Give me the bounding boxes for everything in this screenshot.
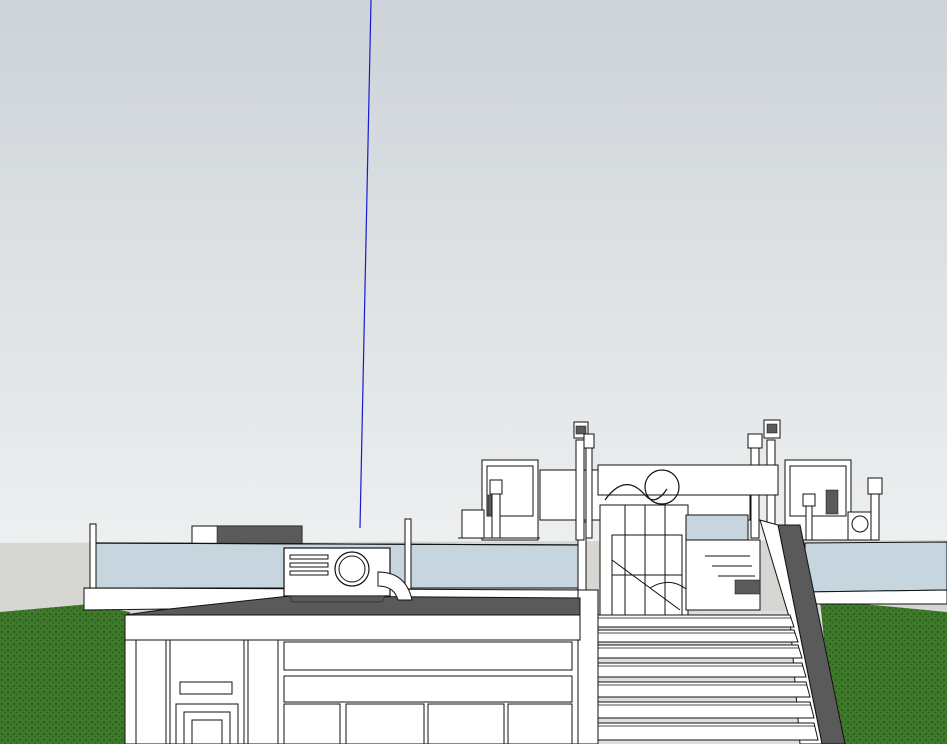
lamp-post-2 [583, 433, 595, 539]
main-staircase [597, 614, 819, 741]
hvac-unit [283, 547, 391, 603]
stair-step [597, 681, 811, 698]
building-facade [124, 639, 579, 744]
grass-ground-left [0, 604, 135, 744]
model-viewport[interactable] [0, 0, 947, 744]
stair-step [597, 614, 795, 628]
stair-step [597, 629, 799, 643]
scene-canvas[interactable] [0, 0, 947, 744]
stair-step [597, 662, 807, 678]
lamp-post-5 [489, 479, 503, 539]
stair-step [597, 722, 819, 741]
glass-railing-right [803, 541, 947, 605]
stair-step [597, 644, 803, 659]
stair-step [597, 701, 815, 719]
stair-side-wall [577, 589, 599, 744]
